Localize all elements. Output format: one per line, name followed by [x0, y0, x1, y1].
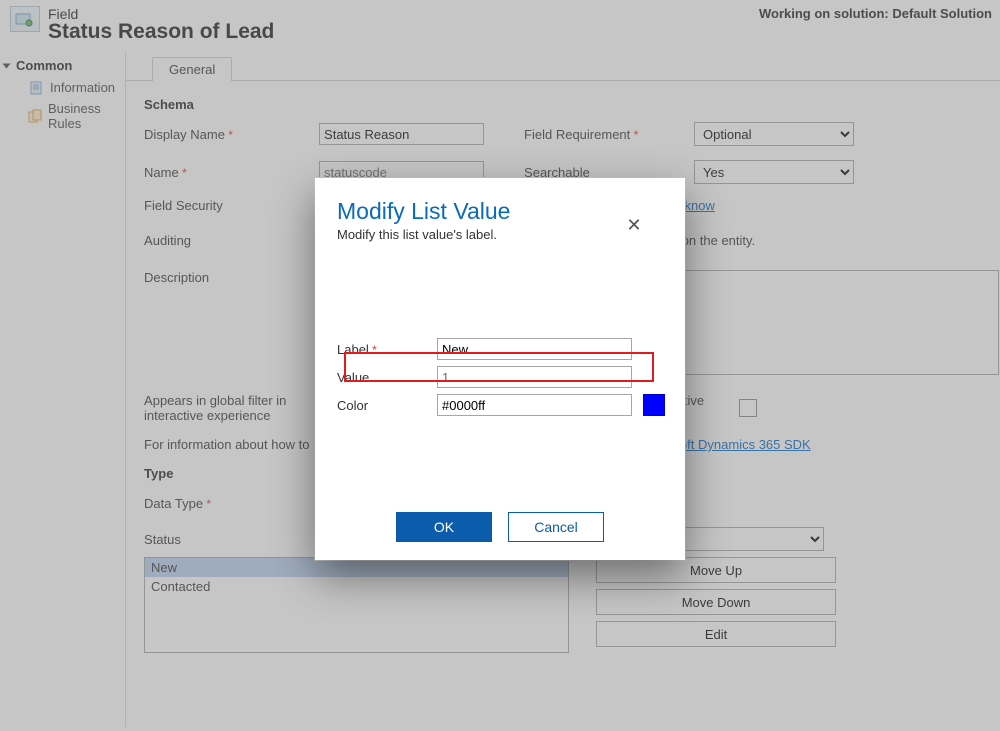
- cancel-button[interactable]: Cancel: [508, 512, 604, 542]
- modal-label-label: Label: [337, 342, 437, 357]
- modal-color-label: Color: [337, 398, 437, 413]
- modify-list-value-dialog: Modify List Value Modify this list value…: [315, 178, 685, 560]
- modal-value-label: Value: [337, 370, 437, 385]
- ok-button[interactable]: OK: [396, 512, 492, 542]
- modal-label-input[interactable]: [437, 338, 632, 360]
- close-icon[interactable]: ✕: [623, 214, 645, 236]
- color-swatch[interactable]: [643, 394, 665, 416]
- modal-overlay: Modify List Value Modify this list value…: [0, 0, 1000, 731]
- modal-title: Modify List Value: [337, 198, 663, 225]
- modal-value-input: [437, 366, 632, 388]
- modal-color-input[interactable]: [437, 394, 632, 416]
- modal-subtitle: Modify this list value's label.: [337, 227, 663, 242]
